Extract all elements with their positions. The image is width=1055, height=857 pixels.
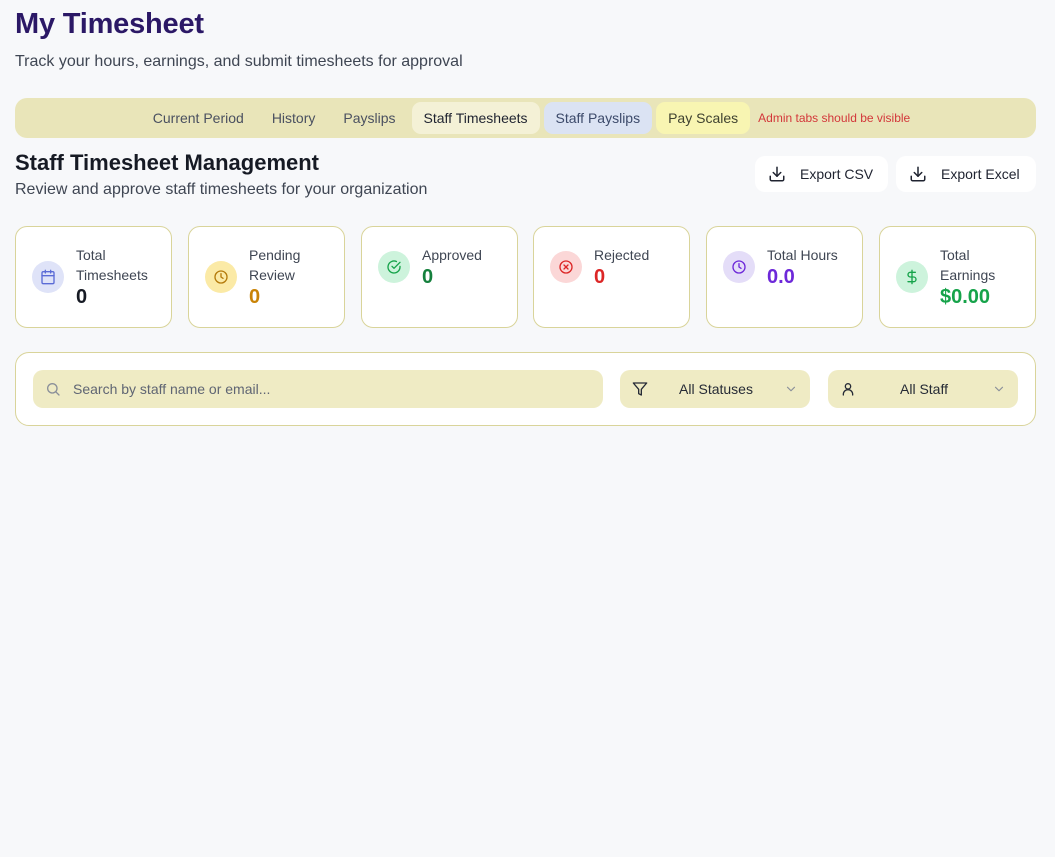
stat-value: 0 <box>594 266 606 288</box>
search-input[interactable] <box>73 381 593 397</box>
stat-card-total-earnings: Total Earnings $0.00 <box>879 226 1036 328</box>
user-icon <box>842 383 854 396</box>
stat-label: Total Hours <box>767 247 838 263</box>
search-box <box>33 370 603 408</box>
stat-label: Total Earnings <box>940 247 996 283</box>
section-title: Staff Timesheet Management <box>15 150 320 175</box>
tab-history[interactable]: History <box>260 102 328 134</box>
stat-value: 0 <box>422 266 434 288</box>
status-filter-select[interactable]: All Statuses <box>620 370 810 408</box>
status-filter-value: All Statuses <box>679 381 753 397</box>
stat-label: Total Timesheets <box>76 247 148 283</box>
clock-icon <box>723 251 755 283</box>
stat-card-total-hours: Total Hours 0.0 <box>706 226 863 328</box>
stat-value: $0.00 <box>940 286 991 308</box>
staff-filter-select[interactable]: All Staff <box>828 370 1018 408</box>
admin-debug-note: Admin tabs should be visible <box>758 111 911 125</box>
dollar-icon <box>896 261 928 293</box>
tab-staff-timesheets[interactable]: Staff Timesheets <box>411 102 540 134</box>
stat-label: Approved <box>422 247 482 263</box>
calendar-icon <box>32 261 64 293</box>
download-icon <box>910 166 926 182</box>
check-circle-icon <box>378 251 410 283</box>
filter-bar: All Statuses All Staff <box>15 352 1036 426</box>
tab-payslips[interactable]: Payslips <box>331 102 407 134</box>
tab-pay-scales[interactable]: Pay Scales <box>656 102 751 134</box>
section-subtitle: Review and approve staff timesheets for … <box>15 181 428 198</box>
stat-card-approved: Approved 0 <box>361 226 518 328</box>
export-csv-label: Export CSV <box>800 166 874 182</box>
page-subtitle: Track your hours, earnings, and submit t… <box>15 53 463 70</box>
clock-icon <box>205 261 237 293</box>
x-circle-icon <box>550 251 582 283</box>
tab-staff-payslips[interactable]: Staff Payslips <box>543 102 653 134</box>
export-excel-button[interactable]: Export Excel <box>896 156 1036 192</box>
filter-icon <box>632 382 648 396</box>
stat-card-total-timesheets: Total Timesheets 0 <box>15 226 172 328</box>
stat-label: Rejected <box>594 247 650 263</box>
chevron-down-icon <box>994 386 1004 392</box>
stats-cards: Total Timesheets 0 Pending Review 0 Appr… <box>15 226 1036 328</box>
export-excel-label: Export Excel <box>941 166 1020 182</box>
staff-filter-value: All Staff <box>900 381 948 397</box>
stat-value: 0 <box>76 286 88 308</box>
tab-bar: Current Period History Payslips Staff Ti… <box>15 98 1036 138</box>
stat-value: 0.0 <box>767 266 795 288</box>
stat-value: 0 <box>249 286 261 308</box>
download-icon <box>769 166 785 182</box>
stat-card-rejected: Rejected 0 <box>533 226 690 328</box>
page-title: My Timesheet <box>15 8 204 40</box>
search-icon <box>47 383 60 396</box>
chevron-down-icon <box>786 386 796 392</box>
export-csv-button[interactable]: Export CSV <box>755 156 888 192</box>
tab-current-period[interactable]: Current Period <box>141 102 256 134</box>
stat-card-pending-review: Pending Review 0 <box>188 226 345 328</box>
stat-label: Pending Review <box>249 247 301 283</box>
